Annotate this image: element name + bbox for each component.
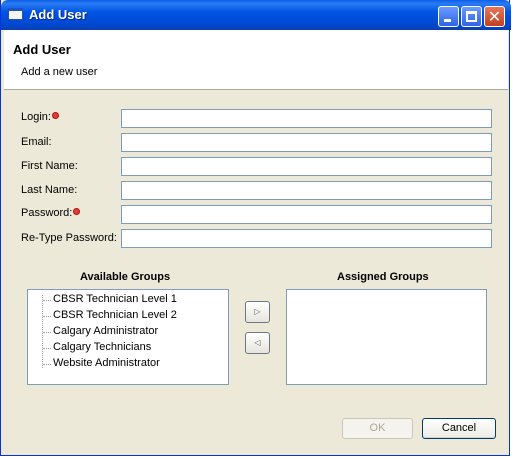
page-description: Add a new user xyxy=(21,66,98,78)
login-label: Login: xyxy=(21,111,59,123)
arrow-right-icon: ▷ xyxy=(254,307,261,316)
list-item[interactable]: Calgary Technicians xyxy=(53,341,151,353)
list-item[interactable]: Calgary Administrator xyxy=(53,325,158,337)
retype-password-label: Re-Type Password: xyxy=(21,232,117,244)
tree-branch xyxy=(43,300,51,301)
last-name-input[interactable] xyxy=(121,181,492,200)
cancel-button[interactable]: Cancel xyxy=(422,418,496,439)
minimize-icon xyxy=(444,19,451,22)
email-label: Email: xyxy=(21,136,52,148)
assigned-groups-heading: Assigned Groups xyxy=(337,271,429,283)
list-item[interactable]: Website Administrator xyxy=(53,357,160,369)
minimize-button[interactable] xyxy=(438,6,459,27)
retype-password-input[interactable] xyxy=(121,229,492,248)
available-groups-heading: Available Groups xyxy=(80,271,171,283)
maximize-icon xyxy=(466,11,477,22)
first-name-label: First Name: xyxy=(21,160,78,172)
add-user-window: Add User ✕ Add User Add a new user Login… xyxy=(0,0,511,456)
email-input[interactable] xyxy=(121,133,492,152)
tree-branch xyxy=(43,348,51,349)
list-item[interactable]: CBSR Technician Level 2 xyxy=(53,309,177,321)
window-icon xyxy=(8,8,23,20)
arrow-left-icon: ◁ xyxy=(254,338,261,347)
first-name-input[interactable] xyxy=(121,157,492,176)
page-title: Add User xyxy=(13,42,71,57)
assigned-groups-list[interactable] xyxy=(286,289,487,385)
password-label: Password: xyxy=(21,207,81,219)
password-input[interactable] xyxy=(121,205,492,224)
required-icon xyxy=(73,208,81,215)
maximize-button[interactable] xyxy=(461,6,482,27)
list-item[interactable]: CBSR Technician Level 1 xyxy=(53,293,177,305)
available-groups-list[interactable]: CBSR Technician Level 1 CBSR Technician … xyxy=(27,289,229,385)
window-title: Add User xyxy=(29,7,87,22)
last-name-label: Last Name: xyxy=(21,184,78,196)
tree-branch xyxy=(43,332,51,333)
required-icon xyxy=(51,112,59,119)
tree-branch xyxy=(43,364,51,365)
header-panel: Add User Add a new user xyxy=(4,30,508,90)
unassign-group-button[interactable]: ◁ xyxy=(245,332,270,354)
assign-group-button[interactable]: ▷ xyxy=(245,301,270,323)
ok-button[interactable]: OK xyxy=(342,418,413,439)
close-button[interactable]: ✕ xyxy=(484,6,505,27)
login-input[interactable] xyxy=(121,109,492,128)
close-icon: ✕ xyxy=(487,7,502,26)
title-bar[interactable]: Add User ✕ xyxy=(1,0,511,30)
tree-branch xyxy=(43,316,51,317)
